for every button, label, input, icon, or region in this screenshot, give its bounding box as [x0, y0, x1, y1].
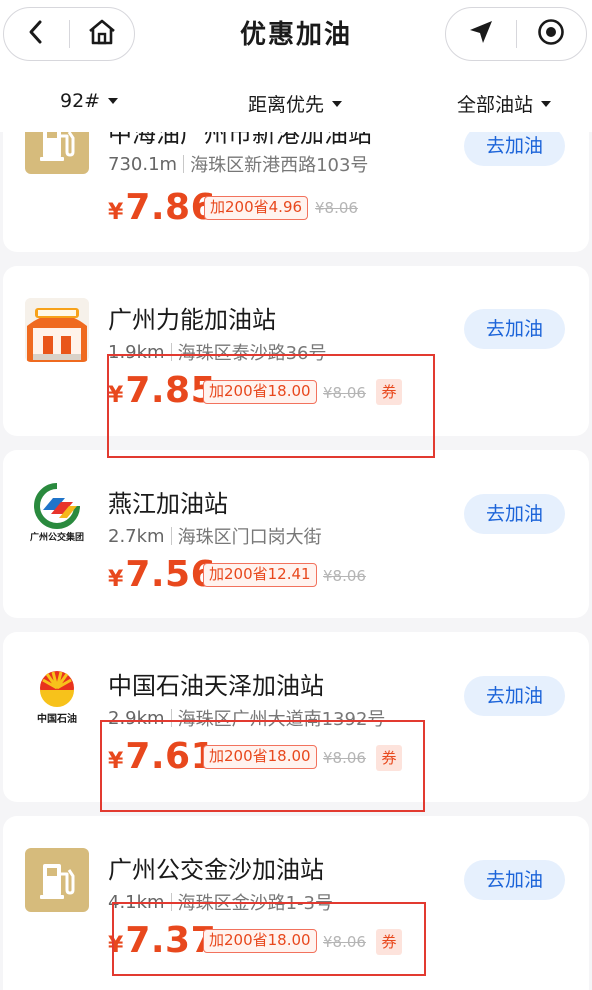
station-address-row: 4.1km 海珠区金沙路1-3号 [108, 889, 333, 915]
locate-button[interactable] [446, 8, 516, 60]
sort-label: 距离优先 [248, 94, 325, 116]
station-address-row: 2.9km 海珠区广州大道南1392号 [108, 705, 385, 731]
divider [170, 709, 172, 727]
currency-symbol: ¥ [108, 933, 124, 958]
currency-symbol: ¥ [108, 200, 124, 225]
go-refuel-button[interactable]: 去加油 [464, 676, 565, 716]
station-type-filter[interactable]: 全部油站 [457, 90, 552, 117]
station-distance: 1.9km [108, 341, 165, 363]
fuel-pump-icon [25, 132, 89, 174]
go-refuel-button[interactable]: 去加油 [464, 132, 565, 166]
petrochina-logo-icon: 中国石油 [25, 664, 89, 728]
discount-badge: 加200省18.00 [203, 380, 317, 404]
original-price: ¥8.06 [323, 933, 366, 951]
currency-symbol: ¥ [108, 567, 124, 592]
station-distance: 2.9km [108, 707, 165, 729]
divider [183, 155, 185, 173]
station-name: 中国石油天泽加油站 [108, 672, 324, 700]
station-name: 广州力能加油站 [108, 306, 276, 334]
nav-capsule-right [445, 7, 587, 61]
station-name: 燕江加油站 [108, 490, 228, 518]
gas-station-photo-icon [25, 298, 89, 362]
divider [170, 893, 172, 911]
caret-down-icon [541, 100, 552, 107]
fuel-type-label: 92# [60, 90, 101, 112]
station-list: 中海油广州市新港加油站 730.1m 海珠区新港西路103号 ¥ 7.86 加2… [0, 132, 592, 990]
station-distance: 2.7km [108, 525, 165, 547]
logo-text: 广州公交集团 [30, 531, 84, 543]
discount-badge: 加200省18.00 [203, 929, 317, 953]
go-refuel-button[interactable]: 去加油 [464, 494, 565, 534]
station-distance: 730.1m [108, 153, 178, 175]
coupon-badge: 券 [376, 929, 402, 955]
discount-badge: 加200省18.00 [203, 745, 317, 769]
station-address: 海珠区金沙路1-3号 [177, 893, 333, 914]
currency-symbol: ¥ [108, 383, 124, 408]
original-price: ¥8.06 [323, 749, 366, 767]
original-price: ¥8.06 [323, 567, 366, 585]
station-price: ¥ 7.61 [108, 736, 216, 777]
price-value: 7.86 [125, 187, 217, 228]
divider [170, 527, 172, 545]
station-address: 海珠区广州大道南1392号 [177, 709, 386, 730]
caret-down-icon [108, 98, 119, 104]
station-price: ¥ 7.56 [108, 554, 216, 595]
discount-badge: 加200省12.41 [203, 563, 317, 587]
fuel-pump-icon [25, 848, 89, 912]
target-button[interactable] [517, 8, 587, 60]
target-circle-icon [537, 18, 565, 50]
station-price: ¥ 7.37 [108, 920, 216, 961]
guangzhou-transport-group-logo-icon: 广州公交集团 [25, 480, 89, 544]
discount-badge: 加200省4.96 [204, 196, 309, 220]
original-price: ¥8.06 [323, 384, 366, 402]
top-nav-bar: 优惠加油 [0, 0, 592, 70]
caret-down-icon [332, 100, 343, 107]
station-name: 广州公交金沙加油站 [108, 856, 324, 884]
station-card[interactable]: 广州公交集团 燕江加油站 2.7km 海珠区门口岗大街 ¥ 7.56 加200省… [3, 450, 589, 618]
coupon-badge: 券 [376, 745, 402, 771]
location-arrow-icon [468, 19, 494, 49]
original-price: ¥8.06 [315, 199, 358, 217]
station-price: ¥ 7.86 [108, 187, 216, 228]
coupon-badge: 券 [376, 379, 402, 405]
station-distance: 4.1km [108, 891, 165, 913]
station-name: 中海油广州市新港加油站 [108, 132, 372, 148]
station-card[interactable]: 中国石油 中国石油天泽加油站 2.9km 海珠区广州大道南1392号 ¥ 7.6… [3, 632, 589, 802]
go-refuel-button[interactable]: 去加油 [464, 309, 565, 349]
divider [170, 343, 172, 361]
station-address: 海珠区门口岗大街 [177, 527, 322, 548]
sort-filter[interactable]: 距离优先 [248, 90, 343, 117]
currency-symbol: ¥ [108, 749, 124, 774]
station-address-row: 1.9km 海珠区泰沙路36号 [108, 339, 327, 365]
go-refuel-button[interactable]: 去加油 [464, 860, 565, 900]
station-price: ¥ 7.85 [108, 370, 216, 411]
station-address: 海珠区新港西路103号 [190, 155, 369, 176]
logo-text: 中国石油 [37, 712, 77, 725]
fuel-type-filter[interactable]: 92# [60, 90, 119, 112]
station-address: 海珠区泰沙路36号 [177, 343, 327, 364]
filter-bar: 92# 距离优先 全部油站 [0, 70, 592, 132]
station-card[interactable]: 中海油广州市新港加油站 730.1m 海珠区新港西路103号 ¥ 7.86 加2… [3, 132, 589, 252]
station-address-row: 2.7km 海珠区门口岗大街 [108, 523, 322, 549]
station-address-row: 730.1m 海珠区新港西路103号 [108, 151, 368, 177]
station-card[interactable]: 广州力能加油站 1.9km 海珠区泰沙路36号 ¥ 7.85 加200省18.0… [3, 266, 589, 436]
station-card[interactable]: 广州公交金沙加油站 4.1km 海珠区金沙路1-3号 ¥ 7.37 加200省1… [3, 816, 589, 990]
station-type-label: 全部油站 [457, 94, 534, 116]
